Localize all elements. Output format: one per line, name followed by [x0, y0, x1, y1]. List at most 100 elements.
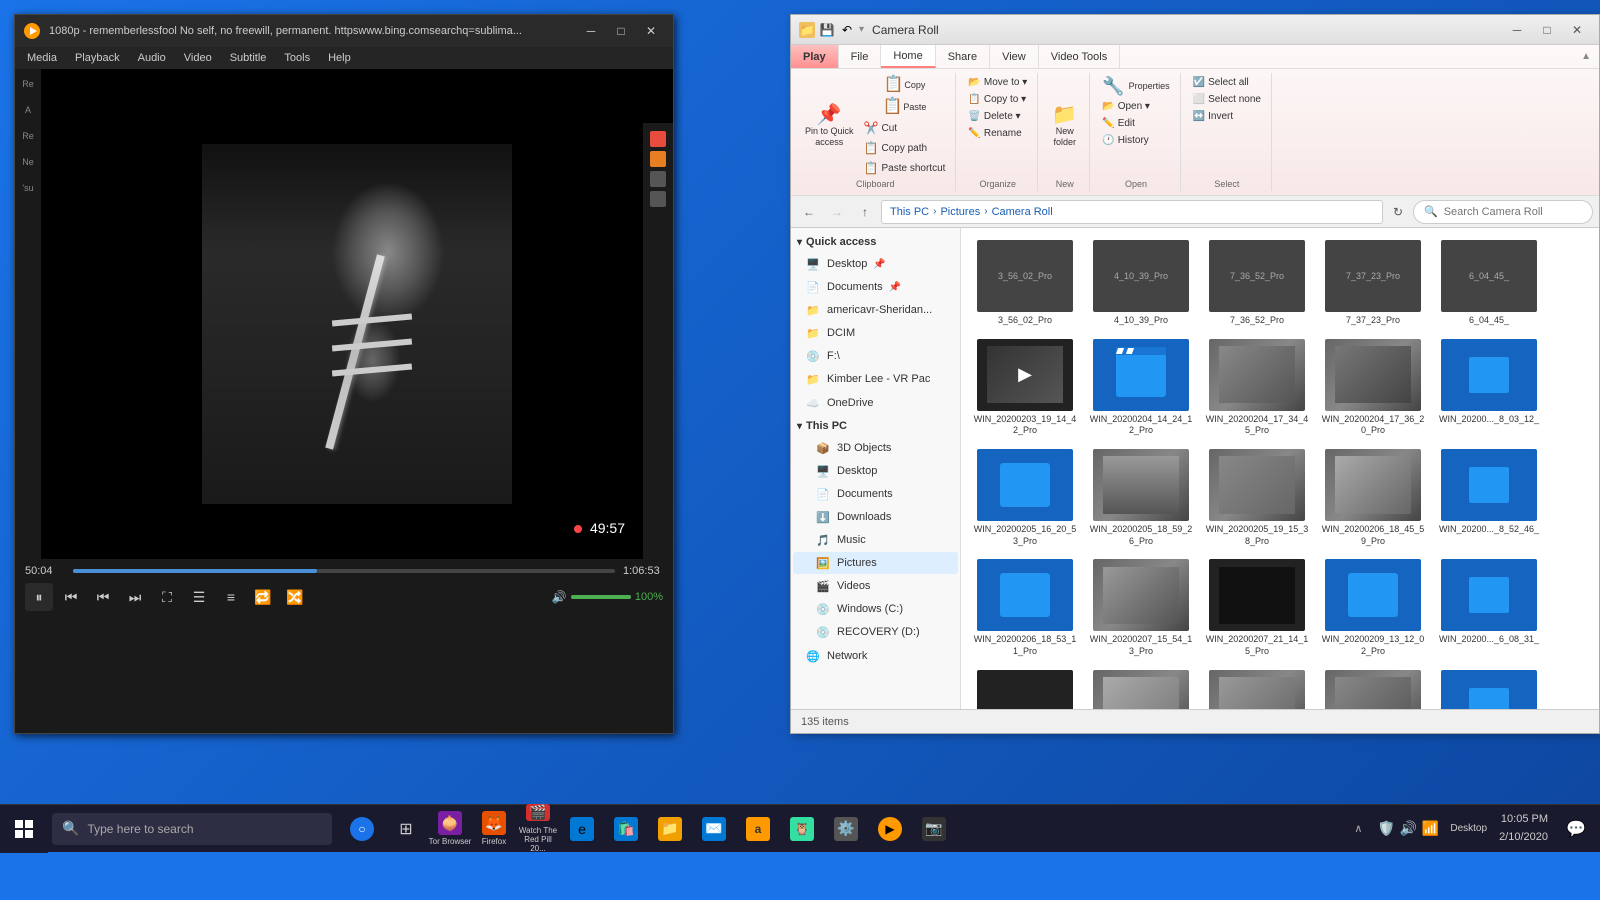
edit-button[interactable]: ✏️ Edit [1098, 116, 1139, 131]
file-item-3[interactable]: WIN_20200204_17_36_20_Pro [1317, 335, 1429, 441]
taskbar-tripadvisor[interactable]: 🦉 [780, 807, 824, 851]
explorer-dropdown-icon[interactable]: ▾ [859, 24, 864, 35]
notification-button[interactable]: 💬 [1560, 813, 1592, 845]
refresh-button[interactable]: ↻ [1387, 201, 1409, 223]
explorer-close-button[interactable]: ✕ [1563, 19, 1591, 41]
up-button[interactable]: ↑ [853, 200, 877, 224]
copy-button[interactable]: 📋 Copy [860, 75, 950, 95]
taskbar-explorer[interactable]: 📁 [648, 807, 692, 851]
sidebar-item-americavr[interactable]: 📁 americavr-Sheridan... [793, 299, 958, 321]
taskbar-amazon[interactable]: a [736, 807, 780, 851]
vlc-prev-button[interactable]: ⏮ [89, 583, 117, 611]
sidebar-item-desktop[interactable]: 🖥️ Desktop 📌 [793, 253, 958, 275]
sidebar-item-downloads[interactable]: ⬇️ Downloads [793, 506, 958, 528]
paste-button[interactable]: 📋 Paste [860, 97, 950, 117]
vlc-close-button[interactable]: ✕ [637, 20, 665, 42]
pin-to-quick-access-button[interactable]: 📌 Pin to Quickaccess [801, 103, 858, 150]
search-box[interactable]: 🔍 [1413, 200, 1593, 224]
explorer-minimize-button[interactable]: ─ [1503, 19, 1531, 41]
path-pictures[interactable]: Pictures [940, 206, 980, 218]
file-item-7[interactable]: WIN_20200205_19_15_38_Pro [1201, 445, 1313, 551]
file-item-17[interactable]: WIN_20200210_18_21_18_Pro [1201, 666, 1313, 709]
task-view-button[interactable]: ○ [340, 807, 384, 851]
address-path[interactable]: This PC › Pictures › Camera Roll [881, 200, 1383, 224]
vlc-ext-button[interactable]: ☰ [185, 583, 213, 611]
tray-kaspersky-icon[interactable]: 🛡️ [1378, 821, 1394, 837]
copy-to-button[interactable]: 📋 Copy to ▾ [964, 92, 1030, 107]
file-item-10[interactable]: WIN_20200206_18_53_11_Pro [969, 555, 1081, 661]
taskbar-search[interactable]: 🔍 Type here to search [52, 813, 332, 845]
delete-button[interactable]: 🗑️ Delete ▾ [964, 109, 1024, 124]
vlc-side-item-3[interactable] [650, 171, 666, 187]
copy-path-button[interactable]: 📋 Copy path [860, 139, 950, 157]
taskbar-app-unknown[interactable]: ⚙️ [824, 807, 868, 851]
vlc-side-item-2[interactable] [650, 151, 666, 167]
new-folder-button[interactable]: 📁 Newfolder [1047, 103, 1083, 150]
taskbar-app-firefox[interactable]: 🦊 Firefox [472, 807, 516, 851]
ribbon-tab-play[interactable]: Play [791, 45, 839, 68]
vlc-menu-tools[interactable]: Tools [276, 50, 318, 66]
task-view-btn[interactable]: ⊞ [384, 807, 428, 851]
cut-button[interactable]: ✂️ Cut [860, 119, 950, 137]
vlc-maximize-button[interactable]: □ [607, 20, 635, 42]
sidebar-item-documents2[interactable]: 📄 Documents [793, 483, 958, 505]
taskbar-vlc[interactable]: ▶ [868, 807, 912, 851]
sidebar-item-music[interactable]: 🎵 Music [793, 529, 958, 551]
vlc-side-item-4[interactable] [650, 191, 666, 207]
vlc-menu-subtitle[interactable]: Subtitle [222, 50, 275, 66]
vlc-play-button[interactable]: ⏸ [25, 583, 53, 611]
path-this-pc[interactable]: This PC [890, 206, 929, 218]
file-item-16[interactable]: WIN_20200210_15_20_53_Pro [1085, 666, 1197, 709]
ribbon-tab-share[interactable]: Share [936, 45, 990, 68]
vlc-menu-media[interactable]: Media [19, 50, 65, 66]
vlc-next-button[interactable]: ⏭ [121, 583, 149, 611]
file-item-2[interactable]: WIN_20200204_17_34_45_Pro [1201, 335, 1313, 441]
select-all-button[interactable]: ☑️ Select all [1189, 75, 1253, 90]
file-item-4[interactable]: WIN_20200..._8_03_12_ [1433, 335, 1545, 441]
vlc-side-item-red[interactable] [650, 131, 666, 147]
history-button[interactable]: 🕐 History [1098, 133, 1153, 148]
vlc-volume-bar[interactable] [571, 595, 631, 599]
sidebar-item-desktop2[interactable]: 🖥️ Desktop [793, 460, 958, 482]
file-item-top-2[interactable]: 4_10_39_Pro 4_10_39_Pro [1085, 236, 1197, 331]
sidebar-item-f-drive[interactable]: 💿 F:\ [793, 345, 958, 367]
sidebar-item-windows-c[interactable]: 💿 Windows (C:) [793, 598, 958, 620]
vlc-shuffle-button[interactable]: 🔀 [281, 583, 309, 611]
taskbar-mail[interactable]: ✉️ [692, 807, 736, 851]
file-item-top-4[interactable]: 7_37_23_Pro 7_37_23_Pro [1317, 236, 1429, 331]
move-to-button[interactable]: 📂 Move to ▾ [964, 75, 1031, 90]
file-item-1[interactable]: WIN_20200204_14_24_12_Pro [1085, 335, 1197, 441]
file-item-top-3[interactable]: 7_36_52_Pro 7_36_52_Pro [1201, 236, 1313, 331]
start-button[interactable] [0, 805, 48, 853]
sidebar-item-3dobjects[interactable]: 📦 3D Objects [793, 437, 958, 459]
sidebar-item-dcim[interactable]: 📁 DCIM [793, 322, 958, 344]
invert-selection-button[interactable]: ↔️ Invert [1189, 109, 1237, 124]
ribbon-tab-videotools[interactable]: Video Tools [1039, 45, 1120, 68]
file-item-13[interactable]: WIN_20200209_13_12_02_Pro [1317, 555, 1429, 661]
file-item-18[interactable]: WIN_20200210_18_39_18_Pro [1317, 666, 1429, 709]
sidebar-item-recovery-d[interactable]: 💿 RECOVERY (D:) [793, 621, 958, 643]
vlc-menu-audio[interactable]: Audio [130, 50, 174, 66]
vlc-repeat-button[interactable]: 🔁 [249, 583, 277, 611]
taskbar-edge[interactable]: e [560, 807, 604, 851]
taskbar-store[interactable]: 🛍️ [604, 807, 648, 851]
file-item-5[interactable]: WIN_20200205_16_20_53_Pro [969, 445, 1081, 551]
sidebar-item-onedrive[interactable]: ☁️ OneDrive [793, 392, 958, 414]
back-button[interactable]: ← [797, 200, 821, 224]
open-button[interactable]: 📂 Open ▾ [1098, 99, 1154, 114]
rename-button[interactable]: ✏️ Rename [964, 126, 1025, 141]
vlc-minimize-button[interactable]: ─ [577, 20, 605, 42]
explorer-maximize-button[interactable]: □ [1533, 19, 1561, 41]
vlc-fullscreen-button[interactable]: ⛶ [153, 583, 181, 611]
search-input[interactable] [1444, 206, 1582, 218]
file-item-11[interactable]: WIN_20200207_15_54_13_Pro [1085, 555, 1197, 661]
properties-button[interactable]: 🔧 Properties [1098, 75, 1173, 97]
file-item-top-5[interactable]: 6_04_45_ 6_04_45_ [1433, 236, 1545, 331]
ribbon-collapse-btn[interactable]: ▲ [1581, 45, 1599, 68]
sidebar-header-quickaccess[interactable]: ▾ Quick access [791, 232, 960, 252]
vlc-stop-button[interactable]: ⏮ [57, 583, 85, 611]
system-clock[interactable]: 10:05 PM 2/10/2020 [1491, 811, 1556, 846]
file-item-12[interactable]: WIN_20200207_21_14_15_Pro [1201, 555, 1313, 661]
taskbar-app-redpill[interactable]: 🎬 Watch The Red Pill 20... [516, 807, 560, 851]
vlc-menu-help[interactable]: Help [320, 50, 359, 66]
